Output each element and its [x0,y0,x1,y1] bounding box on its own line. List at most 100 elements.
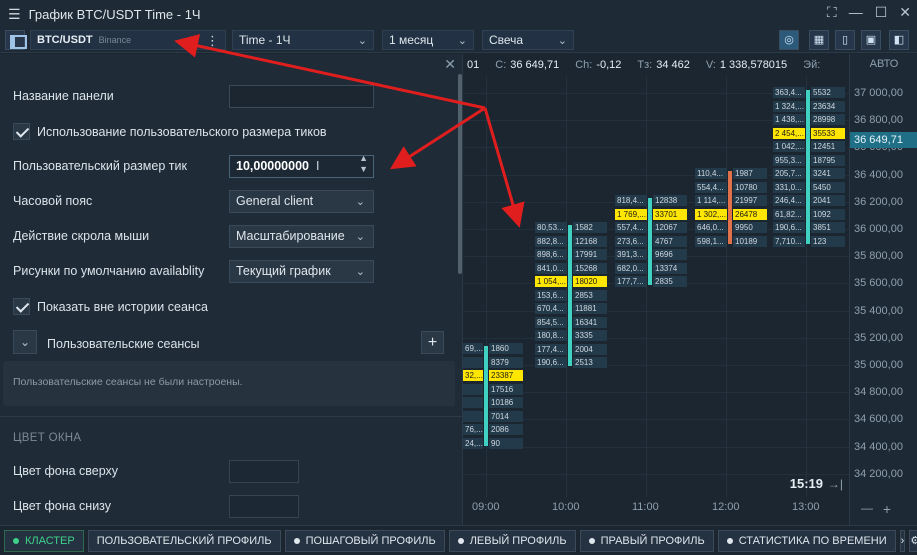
chart-type-dropdown[interactable]: Свеча ⌄ [482,30,574,50]
cluster-volume-cell: 2835 [653,276,687,287]
chart-toolbar: BTC/USDT Binance ⋮ Time - 1Ч ⌄ 1 месяц ⌄… [0,28,917,53]
tab-custom-profile[interactable]: ПОЛЬЗОВАТЕЛЬСКИЙ ПРОФИЛЬ [87,529,281,552]
cluster-bid-cell: 7,710... [773,235,805,247]
chevron-down-icon: ⌄ [457,35,467,47]
window-controls: ⛶ — ☐ ✕ [827,4,911,21]
cluster-volume-cell: 18020 [573,276,607,287]
cluster-bid-cell: 177,7... [615,276,647,287]
cluster-bid-cell: 882,8... [535,235,567,247]
custom-tick-checkbox[interactable] [13,123,30,140]
cluster-volume-cell: 23387 [489,370,523,381]
period-dropdown[interactable]: 1 месяц ⌄ [382,30,474,50]
cluster-volume-cell: 16341 [573,316,607,328]
sidebar-right-icon[interactable]: ◧ [889,30,909,50]
symbol-selector[interactable]: BTC/USDT Binance ⋮ [30,30,226,50]
cluster-volume-cell: 21997 [733,195,767,206]
cluster-volume-cell: 2513 [573,357,607,368]
bg-top-color-swatch[interactable] [229,460,299,483]
hamburger-menu-icon[interactable]: ☰ [8,6,21,23]
grid-line [726,76,727,497]
price-axis[interactable]: АВТО 37 000,0036 800,0036 600,0036 400,0… [849,54,917,525]
custom-tick-input[interactable]: 10,00000000 I ▲ ▼ [229,153,374,178]
timezone-label: Часовой пояс [13,194,93,208]
price-tick-label: 37 000,00 [854,87,903,99]
close-panel-icon[interactable]: ✕ [444,56,456,73]
scroll-to-end-icon[interactable]: →| [828,477,843,491]
chevron-right-icon[interactable]: › [899,529,906,552]
cluster-bid-cell: 1 438,... [773,114,805,125]
timezone-select[interactable]: General client ⌄ [229,190,374,213]
cluster-volume-cell: 10189 [733,235,767,247]
close-icon[interactable]: ✕ [899,4,911,21]
cluster-volume-cell: 12451 [811,141,845,152]
extra-label: Эй: [803,59,821,71]
panel-scrollbar[interactable] [458,74,462,274]
tab-right-profile[interactable]: ПРАВЫЙ ПРОФИЛЬ [579,529,714,552]
price-tick-label: 36 400,00 [854,168,903,181]
tab-step-profile[interactable]: ПОШАГОВЫЙ ПРОФИЛЬ [284,529,445,552]
tab-cluster[interactable]: КЛАСТЕР [4,529,84,552]
cluster-bid-cell: 670,4... [535,303,567,314]
cluster-volume-cell: 2086 [489,424,523,435]
cluster-volume-cell: 35533 [811,127,845,139]
indicator-icon[interactable]: ◎ [779,30,799,50]
cluster-bid-cell: 190,6... [773,222,805,233]
chevron-down-icon: ⌄ [355,266,365,278]
minimize-icon[interactable]: — [849,4,863,21]
text-cursor-icon: I [316,159,320,173]
time-tick-label: 10:00 [552,501,580,513]
status-dot-icon [293,537,300,544]
mouse-icon[interactable]: ▯ [835,30,855,50]
sessions-empty-box: Пользовательские сеансы не были настроен… [3,361,455,406]
sessions-expand-button[interactable]: ⌄ [13,330,37,354]
sessions-label: Пользовательские сеансы [47,337,200,351]
chart-settings-panel: ✕ Название панели Использование пользова… [0,54,463,525]
auto-scale-label[interactable]: АВТО [850,58,917,70]
fullscreen-icon[interactable]: ⛶ [827,4,837,21]
add-session-button[interactable]: + [421,331,444,354]
timezone-value: General client [236,194,314,208]
zoom-out-icon[interactable]: — [861,501,873,515]
grid-line [463,310,849,312]
open-value: 01 [467,59,480,71]
divider [0,416,462,417]
tab-label: ПОШАГОВЫЙ ПРОФИЛЬ [305,534,436,547]
cluster-volume-cell: 2853 [573,289,607,301]
chevron-down-icon: ⌄ [357,35,367,47]
cluster-bid-cell: 246,4... [773,195,805,206]
candle-body [728,171,732,244]
bg-bottom-color-swatch[interactable] [229,495,299,518]
cluster-bid-cell: 80,53... [535,222,567,233]
chevron-down-icon: ⌄ [355,196,365,208]
maximize-icon[interactable]: ☐ [875,4,888,21]
stepper-arrows-icon[interactable]: ▲ ▼ [359,153,368,175]
cluster-volume-cell: 5450 [811,181,845,193]
out-of-session-checkbox[interactable] [13,298,30,315]
cluster-bid-cell: 76,... [463,424,483,435]
cluster-bid-cell: 331,0... [773,181,805,193]
timeframe-dropdown[interactable]: Time - 1Ч ⌄ [232,30,374,50]
tab-time-statistics[interactable]: СТАТИСТИКА ПО ВРЕМЕНИ [717,529,896,552]
panel-name-input[interactable] [229,85,374,108]
gear-icon[interactable]: ⚙ [909,529,917,552]
cluster-volume-cell: 33701 [653,208,687,220]
drawings-select[interactable]: Текущий график ⌄ [229,260,374,283]
zoom-in-icon[interactable]: + [883,501,891,517]
timeframe-value: Time - 1Ч [239,33,291,47]
cluster-volume-cell: 12168 [573,235,607,247]
cluster-volume-cell: 9696 [653,249,687,260]
toggle-sidebar-button[interactable] [5,30,27,50]
cluster-bid-cell: 153,6... [535,289,567,301]
chart-area[interactable]: 01 C: 36 649,71 Ch: -0,12 Тз: 34 462 V: … [463,54,917,525]
tab-left-profile[interactable]: ЛЕВЫЙ ПРОФИЛЬ [448,529,576,552]
template-icon[interactable]: ▣ [861,30,881,50]
keyboard-icon[interactable]: ▦ [809,30,829,50]
cluster-bid-cell [463,410,483,422]
change-label: Ch: [575,59,593,71]
cluster-bid-cell: 1 114,... [695,195,727,206]
scroll-action-select[interactable]: Масштабирование ⌄ [229,225,374,248]
price-tick-label: 35 400,00 [854,304,903,317]
cluster-volume-cell: 123 [811,235,845,247]
more-vertical-icon[interactable]: ⋮ [206,33,219,49]
cluster-volume-cell: 15268 [573,262,607,274]
